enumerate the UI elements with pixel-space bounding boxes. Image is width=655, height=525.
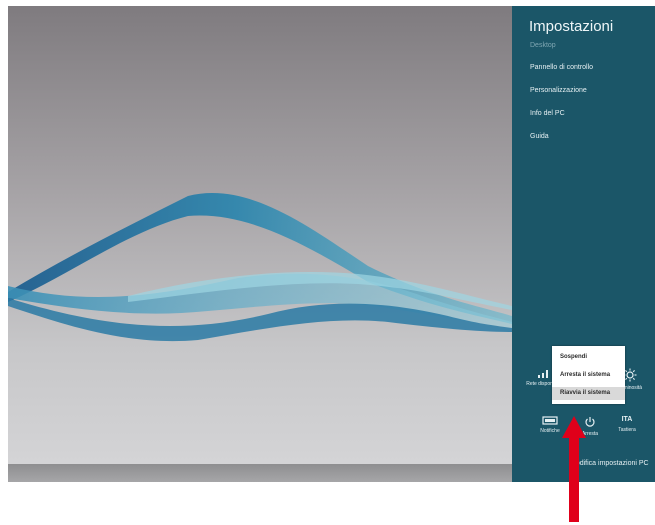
menu-item-shutdown[interactable]: Arresta il sistema (552, 369, 625, 382)
link-personalization[interactable]: Personalizzazione (530, 87, 593, 98)
link-control-panel[interactable]: Pannello di controllo (530, 64, 593, 75)
power-menu: Sospendi Arresta il sistema Riavvia il s… (552, 346, 625, 404)
settings-charm-panel: Impostazioni Desktop Pannello di control… (512, 6, 655, 482)
notifications-icon (542, 416, 558, 425)
taskbar[interactable] (8, 464, 512, 482)
link-pc-info[interactable]: Info del PC (530, 110, 593, 121)
keyboard-language-abbr: ITA (621, 416, 633, 423)
link-help[interactable]: Guida (530, 133, 593, 144)
wave-wallpaper-art (8, 193, 512, 342)
charm-links: Pannello di controllo Personalizzazione … (530, 64, 593, 156)
keyboard-tile-label: Tastiera (618, 427, 636, 433)
menu-item-sleep[interactable]: Sospendi (552, 351, 625, 364)
notifications-tile-label: Notifiche (540, 428, 560, 434)
desktop-background (8, 6, 512, 482)
charm-title: Impostazioni (529, 18, 614, 35)
red-arrow-up-annotation (562, 416, 586, 522)
menu-item-restart[interactable]: Riavvia il sistema (552, 387, 625, 400)
sun-icon (623, 368, 637, 382)
keyboard-tile[interactable]: ITA Tastiera (609, 416, 645, 433)
network-signal-icon (538, 370, 548, 378)
charm-subtitle: Desktop (530, 42, 556, 49)
